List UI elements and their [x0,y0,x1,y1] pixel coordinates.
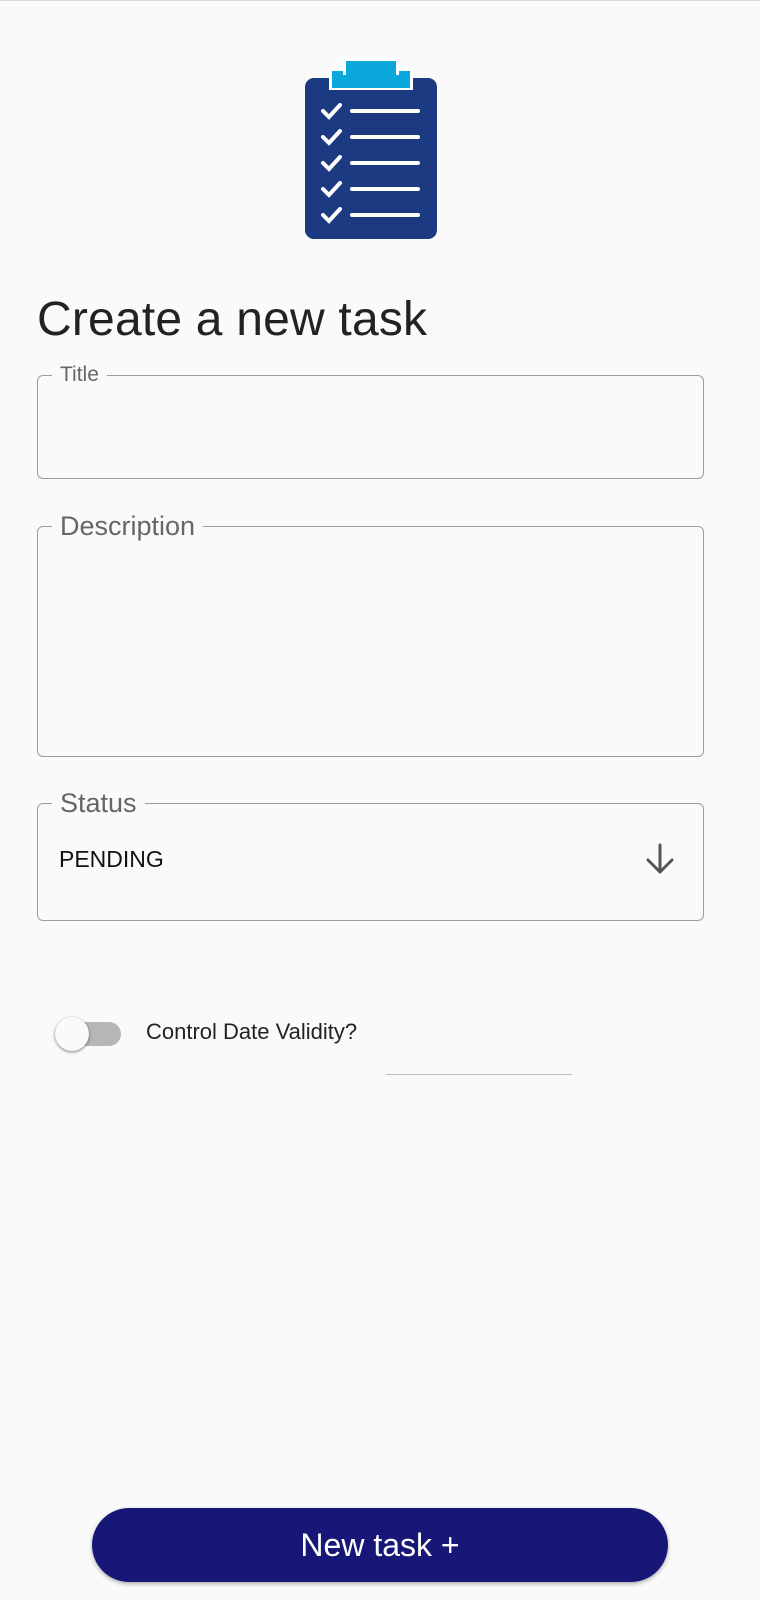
switch-thumb [55,1017,89,1051]
date-field-underline [386,1074,572,1075]
description-field-label: Description [52,511,204,541]
date-validity-label: Control Date Validity? [146,1019,358,1044]
status-value: PENDING [59,846,164,872]
clipboard-checklist-icon [305,58,437,239]
status-field-label: Status [52,788,145,818]
title-field-label: Title [52,363,107,387]
status-dropdown[interactable]: Status PENDING [37,788,704,921]
description-field[interactable]: Description [37,511,704,757]
page-title: Create a new task [37,293,428,346]
title-field[interactable]: Title [37,363,704,479]
arrow-down-icon [646,843,674,874]
date-validity-switch[interactable] [55,1017,123,1051]
new-task-button[interactable]: New task + [92,1508,668,1582]
top-divider [0,0,760,1]
